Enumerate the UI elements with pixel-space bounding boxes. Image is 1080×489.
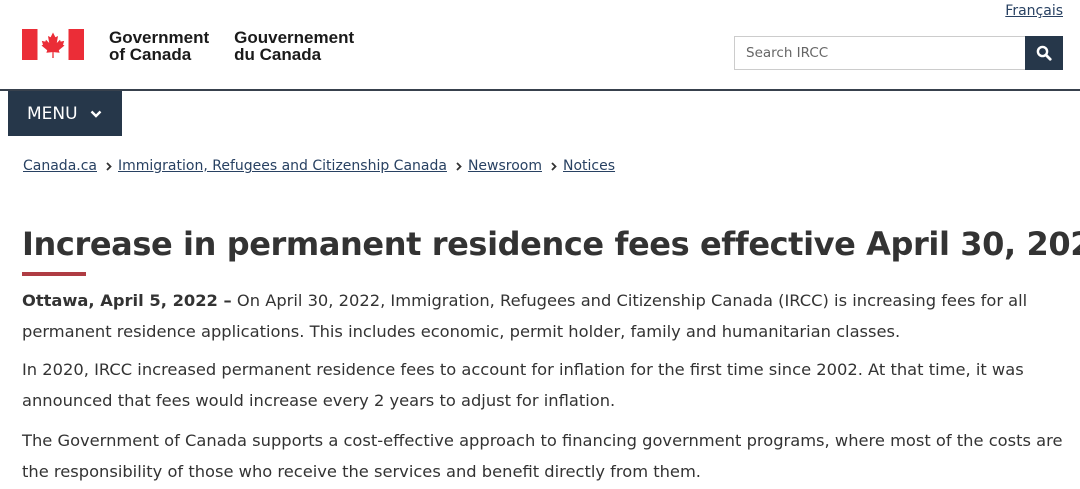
search-icon [1036,45,1052,61]
search-input[interactable] [734,36,1025,70]
brand-en-line1: Government [109,28,210,47]
breadcrumb-canada-ca[interactable]: Canada.ca [23,158,97,174]
chevron-right-icon [551,161,557,171]
breadcrumb-notices[interactable]: Notices [563,158,615,174]
brand-en-line2: of Canada [109,45,192,64]
breadcrumb-ircc[interactable]: Immigration, Refugees and Citizenship Ca… [118,158,447,174]
breadcrumb-newsroom[interactable]: Newsroom [468,158,542,174]
brand-fr-line1: Gouvernement [234,28,355,47]
title-underline [22,272,86,276]
brand-english: Government of Canada [109,29,209,63]
breadcrumb: Canada.ca Immigration, Refugees and Citi… [23,158,615,174]
language-toggle-link[interactable]: Français [1005,3,1063,19]
chevron-right-icon [456,161,462,171]
brand-fr-line2: du Canada [234,45,322,64]
brand-french: Gouvernement du Canada [234,29,354,63]
chevron-down-icon [90,110,102,118]
canada-flag-icon [22,29,84,60]
header-divider [0,89,1080,91]
menu-label: MENU [27,103,78,124]
chevron-right-icon [106,161,112,171]
government-of-canada-signature[interactable]: Government of Canada Gouvernement du Can… [22,29,354,63]
dateline: Ottawa, April 5, 2022 – [22,291,232,310]
article-paragraph-2: In 2020, IRCC increased permanent reside… [22,360,1024,410]
article-paragraph-1: Ottawa, April 5, 2022 – On April 30, 202… [22,285,1067,347]
article-paragraph-3: The Government of Canada supports a cost… [22,431,1063,481]
search-button[interactable] [1025,36,1063,70]
menu-button[interactable]: MENU [8,91,122,136]
page-title: Increase in permanent residence fees eff… [22,225,1080,263]
search-form [734,36,1063,70]
